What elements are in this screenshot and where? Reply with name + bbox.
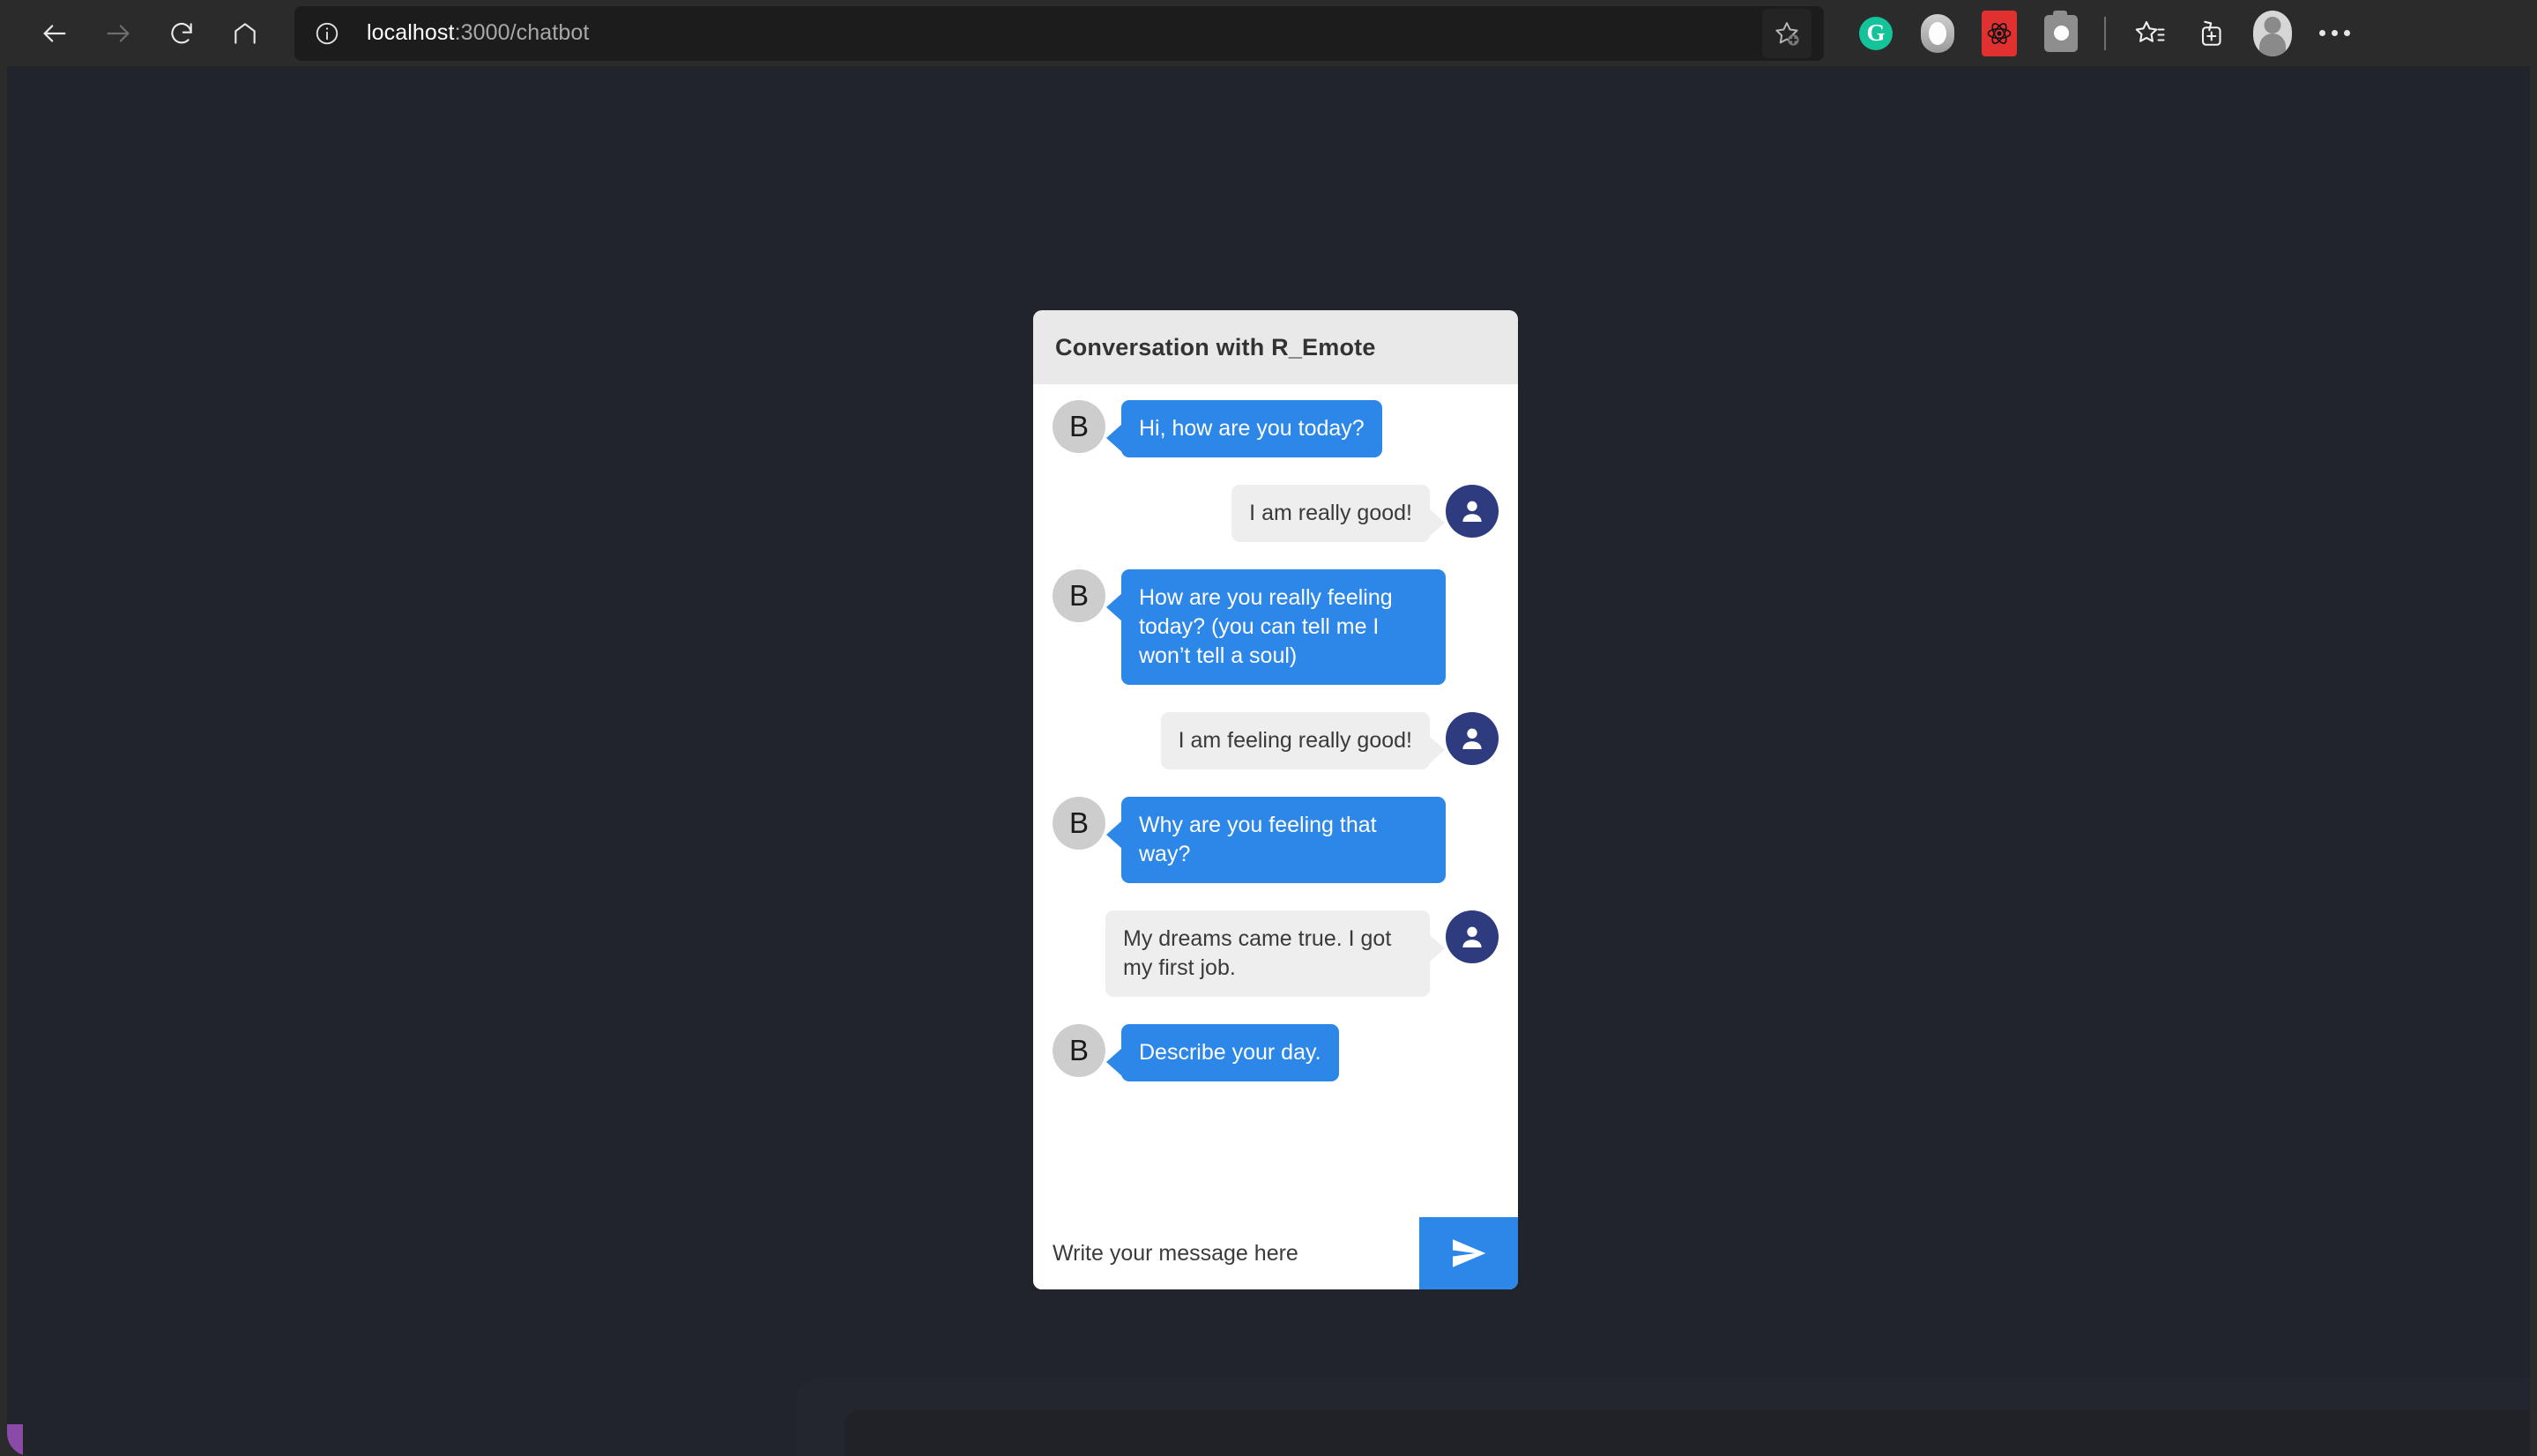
user-avatar xyxy=(1446,910,1499,963)
message-bubble-bot: How are you really feeling today? (you c… xyxy=(1106,569,1446,685)
react-devtools-extension-icon[interactable] xyxy=(1968,2,2030,65)
back-button[interactable] xyxy=(23,2,86,65)
bot-avatar-initial: B xyxy=(1068,579,1089,612)
bot-avatar-initial: B xyxy=(1068,410,1089,442)
person-icon xyxy=(1462,501,1482,523)
send-button[interactable] xyxy=(1419,1217,1518,1289)
forward-button[interactable] xyxy=(86,2,150,65)
url-path: :3000/chatbot xyxy=(454,20,590,45)
address-bar-text: localhost:3000/chatbot xyxy=(367,20,589,46)
bot-avatar-initial: B xyxy=(1068,1034,1089,1066)
message-bubble-user: I am feeling really good! xyxy=(1160,712,1446,769)
camera-glyph xyxy=(2044,10,2078,52)
message-row-bot: B Why are you feeling that way? xyxy=(1053,797,1499,883)
avatar xyxy=(2253,10,2292,56)
bot-avatar: B xyxy=(1053,797,1105,850)
ellipsis-icon xyxy=(2318,30,2350,36)
bot-avatar-initial: B xyxy=(1068,806,1089,839)
collections-icon[interactable] xyxy=(2180,2,2242,65)
person-icon xyxy=(1462,728,1482,750)
message-list[interactable]: B Hi, how are you today? I am really goo… xyxy=(1033,384,1518,1217)
message-bubble-bot: Hi, how are you today? xyxy=(1106,400,1382,457)
person-icon xyxy=(1462,926,1482,948)
message-row-user: My dreams came true. I got my first job. xyxy=(1053,910,1499,997)
window-corner-accent xyxy=(7,1424,23,1456)
message-row-user: I am really good! xyxy=(1053,485,1499,542)
screenshot-extension-icon[interactable] xyxy=(2030,2,2092,65)
user-avatar xyxy=(1446,485,1499,538)
message-bubble-user: My dreams came true. I got my first job. xyxy=(1105,910,1445,997)
pocket-glyph xyxy=(1921,13,1954,53)
user-avatar xyxy=(1446,712,1499,765)
chatbot-widget: Conversation with R_Emote B Hi, how are … xyxy=(1033,310,1518,1289)
page-viewport: Conversation with R_Emote B Hi, how are … xyxy=(7,66,2530,1456)
chat-header: Conversation with R_Emote xyxy=(1033,310,1518,384)
grammarly-glyph: G xyxy=(1859,16,1893,50)
message-bubble-bot: Why are you feeling that way? xyxy=(1106,797,1446,883)
profile-avatar[interactable] xyxy=(2242,2,2303,65)
extensions-bar: G xyxy=(1845,2,2365,65)
bot-avatar: B xyxy=(1053,569,1105,622)
favorites-icon[interactable] xyxy=(2118,2,2180,65)
bot-avatar: B xyxy=(1053,1024,1105,1077)
page-title: Conversation with R_Emote xyxy=(1055,333,1376,360)
home-button[interactable] xyxy=(213,2,277,65)
message-row-bot: B How are you really feeling today? (you… xyxy=(1053,569,1499,685)
window-left-edge xyxy=(0,66,7,1456)
message-row-user: I am feeling really good! xyxy=(1053,712,1499,769)
address-bar[interactable]: localhost:3000/chatbot xyxy=(294,5,1824,61)
react-glyph xyxy=(1982,10,2017,56)
toolbar-divider xyxy=(2104,16,2106,50)
send-icon xyxy=(1453,1239,1486,1267)
bot-avatar: B xyxy=(1053,400,1105,453)
message-row-bot: B Hi, how are you today? xyxy=(1053,400,1499,457)
chat-input-bar xyxy=(1033,1217,1518,1289)
site-information-icon[interactable] xyxy=(314,20,340,47)
background-panel-edge xyxy=(796,1377,2530,1456)
settings-and-more-button[interactable] xyxy=(2303,2,2365,65)
message-row-bot: B Describe your day. xyxy=(1053,1024,1499,1081)
message-bubble-bot: Describe your day. xyxy=(1106,1024,1339,1081)
message-input[interactable] xyxy=(1033,1217,1419,1289)
grammarly-extension-icon[interactable]: G xyxy=(1845,2,1907,65)
message-bubble-user: I am really good! xyxy=(1231,485,1445,542)
url-host: localhost xyxy=(367,20,455,45)
reload-button[interactable] xyxy=(150,2,213,65)
pocket-extension-icon[interactable] xyxy=(1907,2,1968,65)
add-favorite-icon[interactable] xyxy=(1762,8,1812,58)
browser-toolbar: localhost:3000/chatbot G xyxy=(0,0,2537,66)
